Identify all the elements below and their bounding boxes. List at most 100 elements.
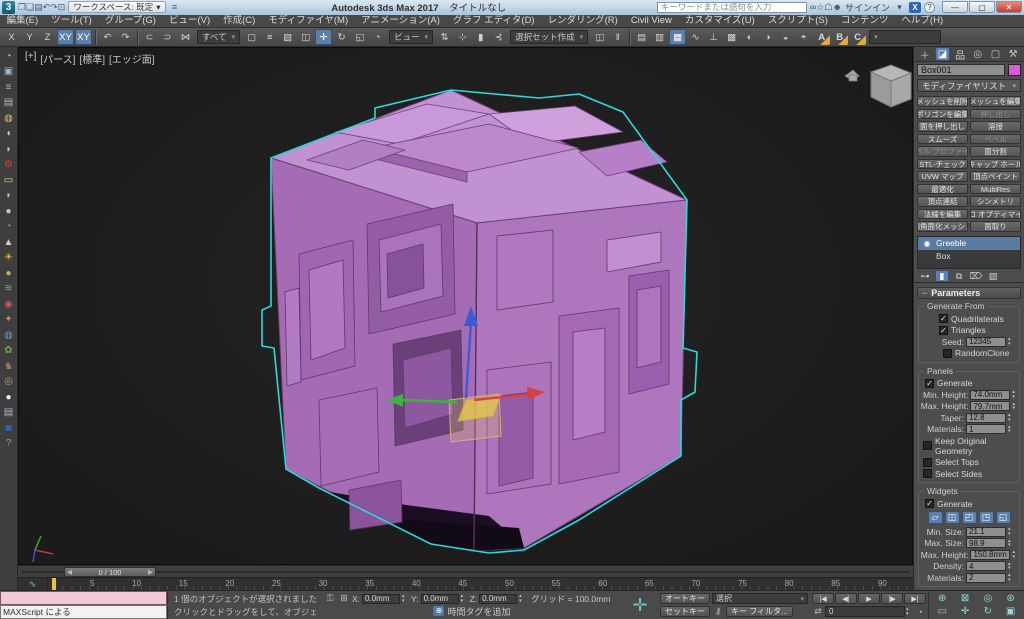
left-toolbar-icon[interactable]: ◍ [1, 327, 17, 343]
widgets-generate-checkbox[interactable] [925, 499, 934, 508]
maximize-button[interactable]: ▢ [969, 1, 995, 13]
collapse-icon[interactable]: − [922, 288, 927, 298]
toolbar-icon[interactable]: ⊰ [490, 29, 507, 45]
menu-item[interactable]: コンテンツ [834, 14, 895, 27]
qat-icon[interactable]: ⊡ [58, 2, 66, 12]
modifier-button[interactable]: ベベル [970, 134, 1021, 145]
stack-item-box[interactable]: Box [918, 250, 1020, 263]
time-tag-row[interactable]: ⊕ 時間タグを追加 [324, 605, 620, 618]
command-panel-tab[interactable]: ◪ [935, 47, 950, 61]
qat-icon[interactable]: ↷ [50, 2, 58, 12]
toolbar-icon[interactable]: ⊥ [705, 29, 722, 45]
spinner-field[interactable]: 21.1 [966, 527, 1006, 537]
toolbar-icon[interactable]: ⊹ [454, 29, 471, 45]
viewport-pov-label[interactable]: [パース] [40, 51, 75, 66]
command-panel-tab[interactable]: ▢ [988, 47, 1003, 61]
help-icon[interactable]: ? [924, 2, 935, 13]
menu-item[interactable]: 編集(E) [0, 14, 45, 27]
toolbar-icon[interactable]: ‖ [609, 29, 626, 45]
menu-item[interactable]: カスタマイズ(U) [678, 14, 761, 27]
toolbar-icon[interactable] [95, 30, 96, 45]
left-toolbar-icon[interactable]: ◗ [1, 141, 17, 157]
parameters-rollout-header[interactable]: − Parameters [917, 287, 1021, 299]
menu-item[interactable]: グループ(G) [98, 14, 162, 27]
toolbar-icon[interactable] [629, 30, 630, 45]
spinner-field[interactable]: 74.0mm [970, 390, 1010, 400]
stack-tool-icon[interactable]: ⊶ [918, 270, 932, 282]
selected-dropdown[interactable]: 選択 [712, 593, 808, 604]
triangles-checkbox[interactable] [939, 326, 948, 335]
toolbar-icon[interactable]: ▤ [633, 29, 650, 45]
spinner-field[interactable]: 2 [966, 573, 1006, 583]
toolbar-icon[interactable]: ▥ [651, 29, 668, 45]
toolbar-icon[interactable]: ⋈ [177, 29, 194, 45]
sign-in-button[interactable]: サインイン [845, 1, 890, 14]
seed-field[interactable]: 12345 [966, 337, 1006, 347]
menu-item[interactable]: スクリプト(S) [761, 14, 834, 27]
left-toolbar-icon[interactable]: ◍ [1, 110, 17, 126]
viewport-nav-icon[interactable]: ⊛ [1003, 593, 1019, 605]
toolbar-icon[interactable]: ⊃ [159, 29, 176, 45]
modifier-button[interactable]: メッシュを削除 [917, 96, 968, 107]
left-toolbar-icon[interactable]: ◙ [1, 420, 17, 436]
toolbar-icon[interactable]: X [3, 29, 20, 45]
modifier-button[interactable]: ポリゴンを編集 [917, 109, 968, 120]
left-toolbar-icon[interactable]: ? [1, 436, 17, 452]
modifier-button[interactable]: 溶接 [970, 121, 1021, 132]
left-toolbar-icon[interactable]: ◔ [1, 48, 17, 64]
track-bar-ruler[interactable]: 51015202530354045505560657075808590 [48, 578, 913, 590]
stack-tool-icon[interactable]: ⌦ [969, 270, 983, 282]
toolbar-icon[interactable]: ◓ [795, 29, 812, 45]
viewport-nav-icon[interactable]: ⊕ [934, 593, 950, 605]
reference-coordinate-dropdown[interactable]: ビュー [389, 30, 433, 44]
stack-tool-icon[interactable]: ⧉ [952, 270, 966, 282]
left-toolbar-icon[interactable]: ◗ [1, 188, 17, 204]
minimize-button[interactable]: — [942, 1, 968, 13]
toolbar-icon[interactable]: ✛ [315, 29, 332, 45]
menu-item[interactable]: ヘルプ(H) [895, 14, 950, 27]
toolbar-icon[interactable]: ◑ [759, 29, 776, 45]
y-coordinate-field[interactable]: 0.0mm [421, 594, 459, 604]
select-sides-checkbox[interactable] [923, 469, 932, 478]
menu-item[interactable]: ビュー(V) [162, 14, 216, 27]
widget-type-button[interactable]: ◳ [979, 511, 994, 524]
spinner-field[interactable]: 79.7mm [970, 401, 1010, 411]
menu-item[interactable]: 作成(C) [217, 14, 262, 27]
left-toolbar-icon[interactable]: ● [1, 265, 17, 281]
toolbar-overflow-icon[interactable]: ≡ [169, 2, 181, 13]
left-toolbar-icon[interactable]: ≡ [1, 79, 17, 95]
left-toolbar-icon[interactable]: ▣ [1, 64, 17, 80]
panels-generate-checkbox[interactable] [925, 379, 934, 388]
modifier-button[interactable]: 最適化 [917, 184, 968, 195]
menu-item[interactable]: モディファイヤ(M) [262, 14, 355, 27]
z-coordinate-field[interactable]: 0.0mm [479, 594, 517, 604]
titlebar-icon[interactable]: ☖ [824, 2, 832, 12]
current-frame-field[interactable]: 0 [825, 606, 905, 617]
viewport-nav-icon[interactable]: ✛ [957, 606, 973, 618]
spinner-field[interactable]: 98.9 [966, 538, 1006, 548]
modifier-button[interactable]: 頂点連結 [917, 196, 968, 207]
left-toolbar-icon[interactable]: ◖ [1, 126, 17, 142]
modifier-button[interactable]: スムーズ [917, 134, 968, 145]
key-step-icon[interactable]: ⇄ [812, 606, 824, 617]
named-selection-dropdown[interactable]: 選択セット作成 [510, 30, 588, 44]
next-frame-arrow-icon[interactable]: ▶ [148, 568, 153, 576]
toolbar-icon[interactable]: ▧ [279, 29, 296, 45]
modifier-button[interactable]: STL-チェック [917, 159, 968, 170]
toolbar-icon[interactable]: C [849, 29, 866, 45]
x-coordinate-field[interactable]: 0.0mm [362, 594, 400, 604]
toolbar-icon[interactable]: ⇅ [436, 29, 453, 45]
toolbar-icon[interactable]: ▦ [669, 29, 686, 45]
toolbar-icon[interactable]: ↷ [117, 29, 134, 45]
viewport-nav-icon[interactable]: ▭ [934, 606, 950, 618]
modifier-list-dropdown[interactable]: モディファイヤリスト [917, 79, 1021, 92]
widget-type-button[interactable]: ◫ [945, 511, 960, 524]
titlebar-icon[interactable]: ☻ [833, 2, 842, 12]
visibility-eye-icon[interactable]: ◉ [921, 239, 933, 248]
randomclone-checkbox[interactable] [943, 349, 952, 358]
quadrilaterals-check-row[interactable]: Quadrilaterals [939, 314, 1017, 324]
auto-key-button[interactable]: オートキー [660, 593, 710, 604]
command-panel-tab[interactable]: ⚒ [1006, 47, 1021, 61]
toolbar-icon[interactable]: Z [39, 29, 56, 45]
toolbar-icon[interactable]: ⊂ [141, 29, 158, 45]
